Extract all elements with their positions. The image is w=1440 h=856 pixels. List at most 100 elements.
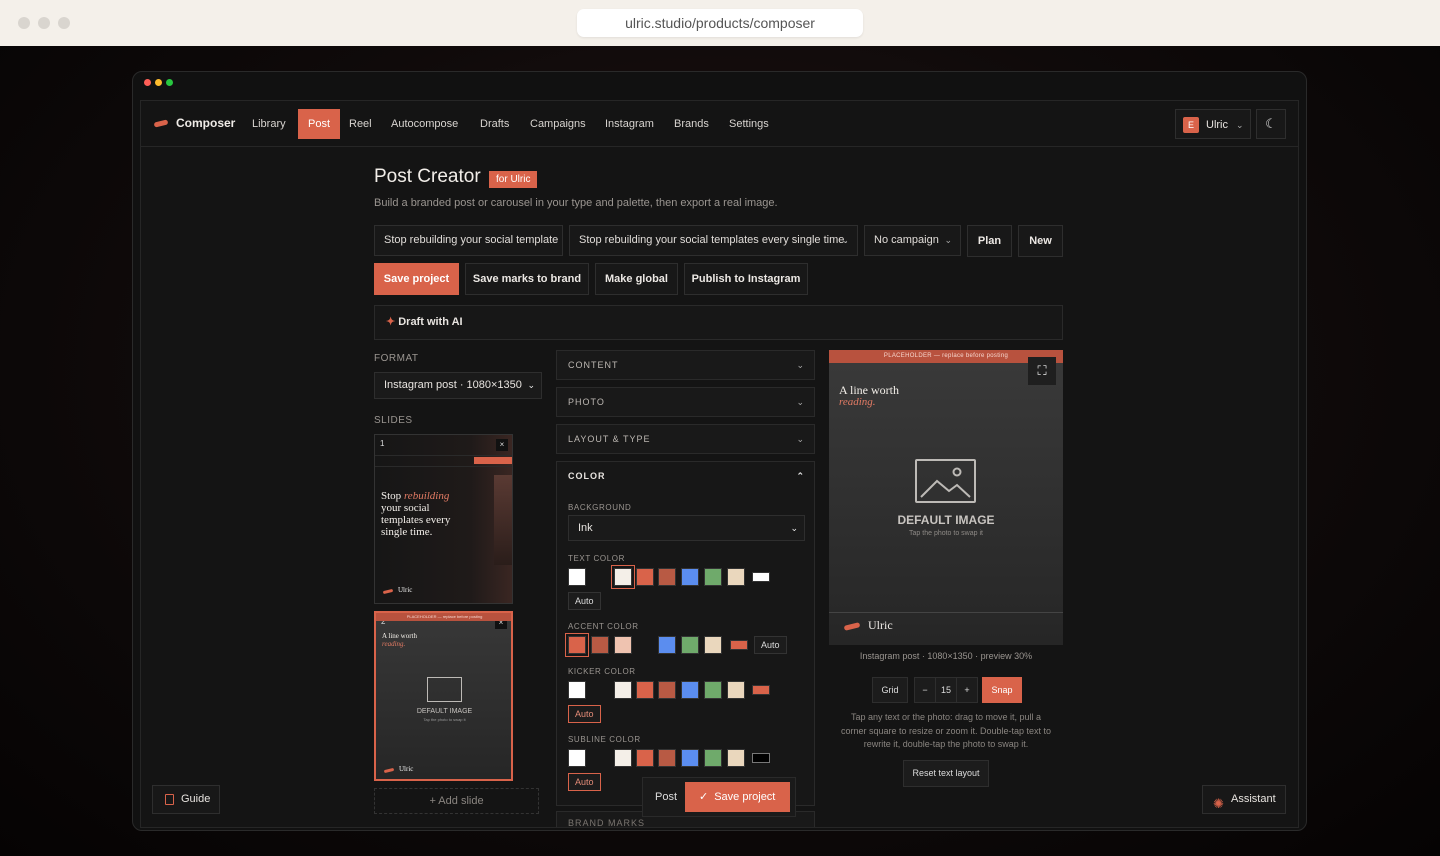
campaign-select[interactable]: No campaign ⌄ [864,225,961,256]
kicker-color-swatch-cream[interactable] [614,681,632,699]
nav-drafts[interactable]: Drafts [470,109,519,139]
remove-slide-icon[interactable]: × [496,439,508,451]
text-color-swatch-sand[interactable] [727,568,745,586]
accent-color-swatch-rust[interactable] [591,636,609,654]
text-color-swatch-green[interactable] [704,568,722,586]
accent-color-auto-button[interactable]: Auto [754,636,787,654]
nav-reel[interactable]: Reel [339,109,382,139]
nav-campaigns[interactable]: Campaigns [520,109,596,139]
address-bar[interactable]: ulric.studio/products/composer [577,9,863,37]
subline-color-swatch-green[interactable] [704,749,722,767]
brand-name[interactable]: Composer [176,116,235,130]
draft-with-ai-bar[interactable]: ✦ Draft with AI [374,305,1063,340]
floating-save-project-button[interactable]: ✓ Save project [685,782,790,812]
nav-settings[interactable]: Settings [719,109,779,139]
app-zoom-dot[interactable] [166,79,173,86]
snap-toggle-button[interactable]: Snap [982,677,1022,703]
background-select[interactable]: Ink ⌄ [568,515,805,541]
user-avatar: E [1183,117,1199,133]
reset-text-layout-button[interactable]: Reset text layout [903,760,989,787]
kicker-color-swatch-green[interactable] [704,681,722,699]
grid-increase-button[interactable]: + [956,677,978,703]
kicker-color-swatch-blue[interactable] [681,681,699,699]
theme-toggle-button[interactable]: ☾ [1256,109,1286,139]
template-select-value: Stop rebuilding your social templates ev… [579,234,848,246]
new-button[interactable]: New [1018,225,1063,257]
chevron-down-icon: ⌄ [796,434,805,444]
check-icon: ✓ [699,791,709,803]
sparkle-icon: ✺ [1213,796,1224,811]
campaign-select-value: No campaign [874,234,939,246]
chevron-down-icon: ⌄ [796,397,805,407]
nav-instagram[interactable]: Instagram [595,109,664,139]
kicker-color-swatch-white[interactable] [568,681,586,699]
kicker-color-swatch-coral[interactable] [636,681,654,699]
accent-color-swatch-coral[interactable] [565,633,589,657]
section-color-header[interactable]: COLOR ⌃ [557,462,814,491]
text-color-swatch-rust[interactable] [658,568,676,586]
preview-brand-name[interactable]: Ulric [868,618,893,633]
accent-color-swatch-blue[interactable] [658,636,676,654]
text-color-auto-button[interactable]: Auto [568,592,601,610]
subline-color-auto-button[interactable]: Auto [568,773,601,791]
publish-to-instagram-button[interactable]: Publish to Instagram [684,263,808,295]
chevron-down-icon: ⌄ [841,235,849,245]
subline-color-swatch-white[interactable] [568,749,586,767]
subline-color-custom-swatch[interactable] [752,753,770,763]
grid-size-value: 15 [936,677,956,703]
slide-thumbnail-2[interactable]: 2 × PLACEHOLDER — replace before posting… [374,611,513,781]
page-title: Post Creator [374,166,481,187]
subline-color-swatch-coral[interactable] [636,749,654,767]
subline-color-swatch-rust[interactable] [658,749,676,767]
section-layout-type[interactable]: LAYOUT & TYPE ⌄ [556,424,815,454]
text-color-swatch-white[interactable] [568,568,586,586]
save-project-button[interactable]: Save project [374,263,459,295]
kicker-color-custom-swatch[interactable] [752,685,770,695]
nav-brands[interactable]: Brands [664,109,719,139]
section-content[interactable]: CONTENT ⌄ [556,350,815,380]
window-close-dot[interactable] [18,17,30,29]
grid-decrease-button[interactable]: − [914,677,936,703]
brand-badge: for Ulric [489,171,538,188]
accent-color-custom-swatch[interactable] [730,640,748,650]
grid-toggle-button[interactable]: Grid [872,677,908,703]
kicker-color-swatch-rust[interactable] [658,681,676,699]
user-menu-button[interactable]: E Ulric ⌄ [1175,109,1251,139]
plan-button[interactable]: Plan [967,225,1012,257]
save-marks-to-brand-button[interactable]: Save marks to brand [465,263,589,295]
text-color-swatch-coral[interactable] [636,568,654,586]
accent-color-swatch-blush[interactable] [614,636,632,654]
window-minimize-dot[interactable] [38,17,50,29]
subline-color-swatch-blue[interactable] [681,749,699,767]
subline-color-swatch-cream[interactable] [614,749,632,767]
text-color-custom-swatch[interactable] [752,572,770,582]
nav-library[interactable]: Library [242,109,296,139]
image-placeholder-icon[interactable] [915,459,976,503]
text-color-swatch-cream[interactable] [611,565,635,589]
subline-color-swatch-sand[interactable] [727,749,745,767]
guide-button[interactable]: Guide [152,785,220,814]
app-close-dot[interactable] [144,79,151,86]
sparkle-icon: ✦ [386,316,396,328]
kicker-color-swatch-sand[interactable] [727,681,745,699]
nav-autocompose[interactable]: Autocompose [381,109,468,139]
slide-thumbnail-1[interactable]: 1 × Stop rebuilding your social template… [374,434,513,604]
kicker-color-auto-button[interactable]: Auto [568,705,601,723]
post-title-input[interactable]: Stop rebuilding your social template [374,225,563,256]
preview-accent-text[interactable]: reading. [839,396,876,408]
accent-color-swatch-green[interactable] [681,636,699,654]
preview-caption: Instagram post · 1080×1350 · preview 30% [859,651,1033,661]
make-global-button[interactable]: Make global [595,263,678,295]
text-color-swatch-blue[interactable] [681,568,699,586]
fullscreen-expand-icon[interactable]: ⛶ [1028,357,1056,385]
accent-color-swatch-sand[interactable] [704,636,722,654]
post-preview-canvas[interactable]: PLACEHOLDER — replace before posting ⛶ A… [829,350,1063,645]
nav-post[interactable]: Post [298,109,341,139]
app-minimize-dot[interactable] [155,79,162,86]
template-select[interactable]: Stop rebuilding your social templates ev… [569,225,858,256]
section-photo[interactable]: PHOTO ⌄ [556,387,815,417]
window-zoom-dot[interactable] [58,17,70,29]
format-select[interactable]: Instagram post · 1080×1350 ⌄ [374,372,542,399]
add-slide-button[interactable]: + Add slide [374,788,539,814]
assistant-button[interactable]: ✺ Assistant [1202,785,1286,814]
